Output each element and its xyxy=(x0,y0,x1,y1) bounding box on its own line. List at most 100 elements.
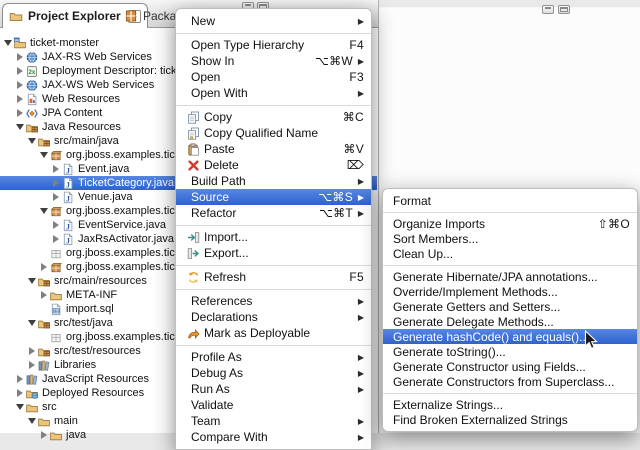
svg-text:2x: 2x xyxy=(28,69,35,75)
expand-arrow-icon[interactable] xyxy=(14,67,25,75)
menu-item-label: Paste xyxy=(204,142,235,156)
menu-item-export[interactable]: Export... xyxy=(176,245,371,261)
menu-item-shortcut: ⌥⌘S xyxy=(310,190,353,204)
menu-separator xyxy=(176,289,371,290)
package-explorer-icon xyxy=(124,9,138,23)
expand-arrow-icon[interactable] xyxy=(14,109,25,117)
menu-item-generate-delegate-methods[interactable]: Generate Delegate Methods... xyxy=(383,314,637,329)
delete-icon xyxy=(187,159,200,172)
menu-item-label: Declarations xyxy=(191,310,258,324)
menu-item-delete[interactable]: Delete⌦ xyxy=(176,157,371,173)
menu-item-generate-hibernate-jpa-annotations[interactable]: Generate Hibernate/JPA annotations... xyxy=(383,269,637,284)
menu-separator xyxy=(176,265,371,266)
tree-item-label: Deployed Resources xyxy=(42,387,148,399)
menu-item-externalize-strings[interactable]: Externalize Strings... xyxy=(383,397,637,412)
maximize-editor-button[interactable] xyxy=(558,5,570,14)
tree-item-label: org.jboss.examples.tick xyxy=(66,331,184,343)
tree-item-label: TicketCategory.java xyxy=(78,177,178,189)
web-service-icon xyxy=(25,51,39,64)
expand-arrow-icon[interactable] xyxy=(14,53,25,61)
expand-arrow-icon[interactable] xyxy=(14,95,25,103)
collapse-arrow-icon[interactable] xyxy=(26,418,37,424)
expand-arrow-icon[interactable] xyxy=(50,165,61,173)
menu-item-label: Generate hashCode() and equals()... xyxy=(393,330,589,344)
expand-arrow-icon[interactable] xyxy=(26,347,37,355)
tree-item-label: JAX-RS Web Services xyxy=(42,51,156,63)
menu-item-validate[interactable]: Validate xyxy=(176,397,371,413)
menu-item-refactor[interactable]: Refactor⌥⌘T▶ xyxy=(176,205,371,221)
menu-item-open[interactable]: OpenF3 xyxy=(176,69,371,85)
menu-item-organize-imports[interactable]: Organize Imports⇧⌘O xyxy=(383,216,637,231)
minimize-editor-button[interactable] xyxy=(542,5,554,14)
menu-item-paste[interactable]: Paste⌘V xyxy=(176,141,371,157)
menu-item-label: Copy xyxy=(204,110,232,124)
menu-item-label: Profile As xyxy=(191,350,242,364)
menu-separator xyxy=(383,212,637,213)
menu-item-label: Export... xyxy=(204,246,249,260)
menu-item-clean-up[interactable]: Clean Up... xyxy=(383,246,637,261)
menu-item-build-path[interactable]: Build Path▶ xyxy=(176,173,371,189)
expand-arrow-icon[interactable] xyxy=(14,375,25,383)
menu-item-generate-constructors-from-superclass[interactable]: Generate Constructors from Superclass... xyxy=(383,374,637,389)
collapse-arrow-icon[interactable] xyxy=(14,124,25,130)
menu-item-label: Generate Constructor using Fields... xyxy=(393,360,586,374)
menu-item-open-type-hierarchy[interactable]: Open Type HierarchyF4 xyxy=(176,37,371,53)
menu-item-references[interactable]: References▶ xyxy=(176,293,371,309)
menu-item-shortcut: F5 xyxy=(341,270,364,284)
menu-item-generate-constructor-using-fields[interactable]: Generate Constructor using Fields... xyxy=(383,359,637,374)
collapse-arrow-icon[interactable] xyxy=(38,208,49,214)
menu-item-open-with[interactable]: Open With▶ xyxy=(176,85,371,101)
menu-item-show-in[interactable]: Show In⌥⌘W▶ xyxy=(176,53,371,69)
collapse-arrow-icon[interactable] xyxy=(38,152,49,158)
menu-item-mark-as-deployable[interactable]: Mark as Deployable xyxy=(176,325,371,341)
menu-item-shortcut: F4 xyxy=(341,38,364,52)
menu-item-shortcut: ⌦ xyxy=(339,158,364,172)
expand-arrow-icon[interactable] xyxy=(14,81,25,89)
tree-item-label: src/main/java xyxy=(54,135,123,147)
collapse-arrow-icon[interactable] xyxy=(26,138,37,144)
menu-item-team[interactable]: Team▶ xyxy=(176,413,371,429)
collapse-arrow-icon[interactable] xyxy=(2,40,13,46)
menu-item-generate-hashcode-and-equals[interactable]: Generate hashCode() and equals()... xyxy=(383,329,637,344)
menu-item-sort-members[interactable]: Sort Members... xyxy=(383,231,637,246)
collapse-arrow-icon[interactable] xyxy=(14,404,25,410)
source-folder-icon xyxy=(37,275,51,288)
expand-arrow-icon[interactable] xyxy=(38,263,49,271)
expand-arrow-icon[interactable] xyxy=(26,361,37,369)
expand-arrow-icon[interactable] xyxy=(50,179,61,187)
menu-item-source[interactable]: Source⌥⌘S▶ xyxy=(176,189,371,205)
tree-item-label: src/test/java xyxy=(54,317,117,329)
menu-item-compare-with[interactable]: Compare With▶ xyxy=(176,429,371,445)
menu-item-find-broken-externalized-strings[interactable]: Find Broken Externalized Strings xyxy=(383,412,637,427)
menu-item-label: Sort Members... xyxy=(393,232,478,246)
java-file-icon: J xyxy=(61,177,75,190)
collapse-arrow-icon[interactable] xyxy=(26,320,37,326)
menu-item-copy[interactable]: Copy⌘C xyxy=(176,109,371,125)
expand-arrow-icon[interactable] xyxy=(50,193,61,201)
web-resources-icon xyxy=(25,93,39,106)
expand-arrow-icon[interactable] xyxy=(14,389,25,397)
source-folder-icon xyxy=(37,135,51,148)
menu-item-profile-as[interactable]: Profile As▶ xyxy=(176,349,371,365)
collapse-arrow-icon[interactable] xyxy=(26,278,37,284)
tree-item-label: Event.java xyxy=(78,163,133,175)
window-chrome-strip xyxy=(379,0,640,8)
eclipse-window: Project Explorer ✕ Package Ex ticket-mon… xyxy=(0,0,640,433)
menu-item-copy-qualified-name[interactable]: aCopy Qualified Name xyxy=(176,125,371,141)
menu-item-declarations[interactable]: Declarations▶ xyxy=(176,309,371,325)
expand-arrow-icon[interactable] xyxy=(50,221,61,229)
menu-item-format[interactable]: Format xyxy=(383,193,637,208)
menu-item-run-as[interactable]: Run As▶ xyxy=(176,381,371,397)
expand-arrow-icon[interactable] xyxy=(50,235,61,243)
menu-item-debug-as[interactable]: Debug As▶ xyxy=(176,365,371,381)
menu-item-new[interactable]: New▶ xyxy=(176,13,371,29)
menu-item-generate-getters-and-setters[interactable]: Generate Getters and Setters... xyxy=(383,299,637,314)
menu-item-import[interactable]: Import... xyxy=(176,229,371,245)
menu-item-label: Refresh xyxy=(204,270,246,284)
menu-item-override-implement-methods[interactable]: Override/Implement Methods... xyxy=(383,284,637,299)
expand-arrow-icon[interactable] xyxy=(38,431,49,439)
menu-item-refresh[interactable]: Refresh F5 xyxy=(176,269,371,285)
menu-item-generate-tostring[interactable]: Generate toString()... xyxy=(383,344,637,359)
expand-arrow-icon[interactable] xyxy=(38,291,49,299)
menu-item-label: New xyxy=(191,14,215,28)
